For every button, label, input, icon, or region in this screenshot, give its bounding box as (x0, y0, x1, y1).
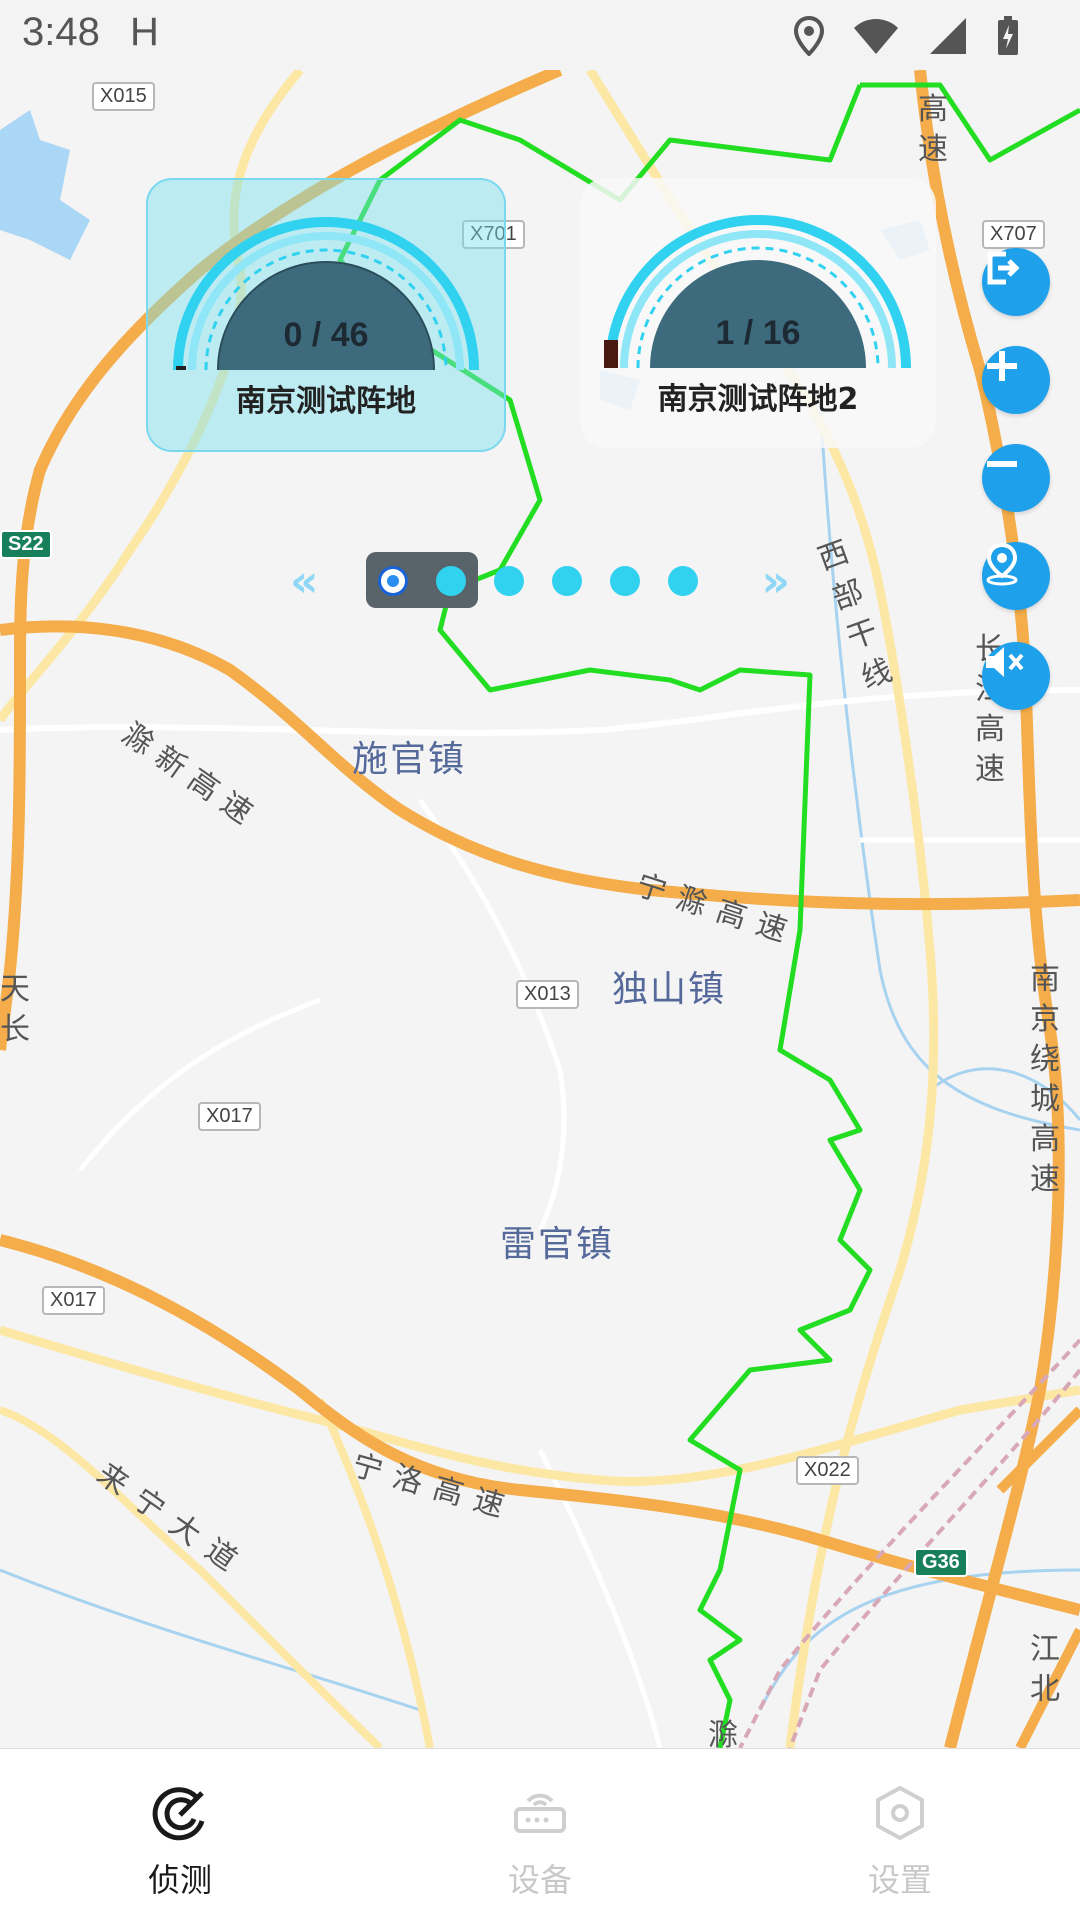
place-label-shiguan: 施官镇 (352, 739, 467, 780)
laining-road (0, 1406, 383, 1748)
road-label-jiangbei: 江北 (1030, 1632, 1060, 1707)
site-pager: « » (290, 548, 790, 612)
river-line (0, 1568, 421, 1712)
pager-next-button[interactable]: » (762, 556, 790, 607)
settings-icon (876, 1785, 924, 1841)
battery-charging-icon (998, 16, 1018, 55)
signal-icon (930, 18, 966, 54)
road-label-highway-top: 高速 (918, 92, 948, 167)
exit-icon (987, 251, 1020, 285)
tab-detect-label: 侦测 (147, 1861, 212, 1899)
zoom-out-icon (987, 461, 1017, 467)
road-label-chu: 滁 (708, 1718, 738, 1748)
route-badge-x013: X013 (516, 980, 579, 1009)
pager-dot-2[interactable] (436, 566, 466, 596)
zoom-out-button[interactable] (982, 444, 1050, 512)
pager-prev-button[interactable]: « (290, 556, 318, 607)
mute-icon (986, 647, 1024, 677)
status-time: 3:48 (22, 10, 100, 54)
minor-road-yellow-3 (0, 1325, 1080, 1487)
device-icon (514, 1793, 566, 1833)
route-badge-x017: X017 (198, 1102, 261, 1131)
zoom-in-icon (987, 351, 1017, 381)
route-badge-s22: S22 (0, 530, 52, 559)
locate-button[interactable] (982, 542, 1050, 610)
status-bar: 3:48 H (0, 0, 1080, 70)
exit-button[interactable] (982, 248, 1050, 316)
bottom-navigation: 侦测 设备 设置 (0, 1748, 1080, 1921)
detect-icon (152, 1787, 205, 1841)
network-type-indicator: H (130, 10, 159, 54)
pager-dot-4[interactable] (552, 566, 582, 596)
route-badge-x017-2: X017 (42, 1286, 105, 1315)
tab-device[interactable]: 设备 (440, 1783, 640, 1901)
route-badge-x022: X022 (796, 1456, 859, 1485)
route-badge-g36: G36 (914, 1548, 968, 1577)
site-name-1: 南京测试阵地 (236, 384, 416, 419)
road-label-ring: 南京绕城高速 (1030, 962, 1060, 1197)
map-view[interactable]: 施官镇 独山镇 雷官镇 滁新高速 宁滁高速 宁洛高速 来宁大道 西部干线 长江高… (0, 70, 1080, 1748)
tab-settings-label: 设置 (867, 1861, 932, 1899)
site-count-1: 0 / 46 (283, 316, 369, 354)
pager-dot-3[interactable] (494, 566, 524, 596)
route-badge-x707: X707 (982, 220, 1045, 249)
tab-device-label: 设备 (507, 1861, 572, 1899)
site-name-2: 南京测试阵地2 (657, 382, 859, 417)
site-card-2[interactable]: 1 / 16 南京测试阵地2 (580, 178, 936, 448)
place-label-dushan: 独山镇 (612, 969, 727, 1010)
locate-icon (986, 542, 1018, 586)
pager-dot-6[interactable] (668, 566, 698, 596)
location-icon (794, 16, 824, 56)
mute-button[interactable] (982, 642, 1050, 710)
lake-shape (0, 110, 90, 260)
place-label-leiguan: 雷官镇 (500, 1224, 615, 1265)
road-label-tianchang: 天长 (0, 972, 30, 1047)
route-badge-x015: X015 (92, 82, 155, 111)
site-count-2: 1 / 16 (715, 314, 801, 352)
status-icons (794, 14, 1020, 58)
site-card-1[interactable]: 0 / 46 南京测试阵地 (146, 178, 506, 452)
zoom-in-button[interactable] (982, 346, 1050, 414)
tab-detect[interactable]: 侦测 (80, 1783, 280, 1901)
pager-dot-1[interactable] (378, 566, 408, 596)
wifi-icon (854, 19, 898, 54)
pager-dot-5[interactable] (610, 566, 640, 596)
tab-settings[interactable]: 设置 (800, 1783, 1000, 1901)
